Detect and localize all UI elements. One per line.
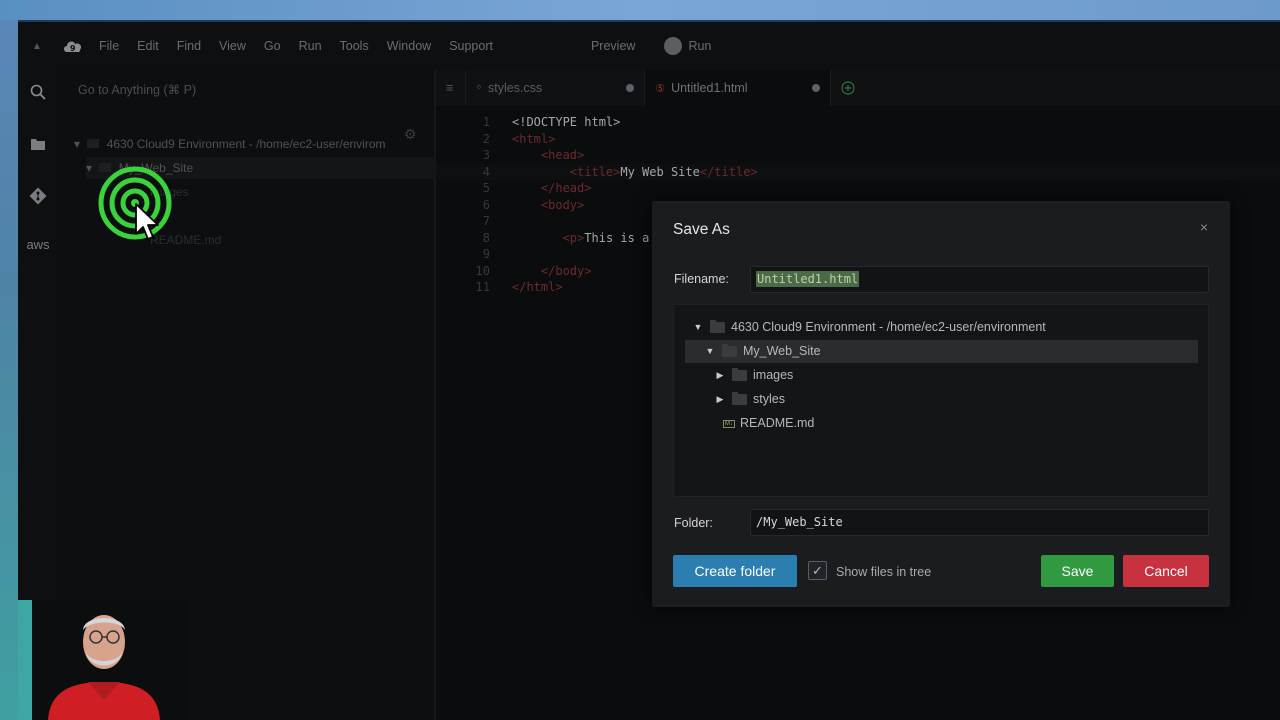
git-icon[interactable] xyxy=(26,184,50,208)
folder-label: My_Web_Site xyxy=(743,344,821,358)
close-icon[interactable]: × xyxy=(1200,219,1208,235)
tabs-menu-icon[interactable]: ≡ xyxy=(436,70,466,106)
cloud9-logo-icon[interactable]: 9 xyxy=(56,38,90,54)
filename-input[interactable]: Untitled1.html xyxy=(750,266,1209,293)
markdown-file-icon: M↓ xyxy=(723,419,735,428)
folder-label: Folder: xyxy=(674,516,713,530)
chevron-down-icon: ▼ xyxy=(705,346,715,356)
css-icon: ᛜ xyxy=(476,82,482,94)
menu-window[interactable]: Window xyxy=(378,39,440,53)
presenter-webcam-image xyxy=(18,600,188,720)
folder-tree-readme[interactable]: M↓ README.md xyxy=(723,412,814,435)
plus-icon xyxy=(840,81,855,95)
styles-label: styles xyxy=(753,392,785,406)
folder-tree[interactable]: ▼ 4630 Cloud9 Environment - /home/ec2-us… xyxy=(673,304,1209,497)
html-icon: ⑤ xyxy=(655,82,666,95)
filename-value: Untitled1.html xyxy=(756,271,860,287)
tab-label: styles.css xyxy=(488,81,543,95)
menu-run[interactable]: Run xyxy=(290,39,331,53)
chevron-right-icon: ▶ xyxy=(716,394,724,404)
chevron-down-icon: ▼ xyxy=(693,322,703,332)
folder-icon xyxy=(710,320,725,333)
run-icon[interactable] xyxy=(664,37,683,55)
preview-button[interactable]: Preview xyxy=(582,39,644,53)
chevron-right-icon: ▶ xyxy=(716,370,724,380)
menu-go[interactable]: Go xyxy=(255,39,290,53)
tree-root-row[interactable]: ▾ 4630 Cloud9 Environment - /home/ec2-us… xyxy=(74,133,414,155)
tree-root-label: 4630 Cloud9 Environment - /home/ec2-user… xyxy=(106,137,386,151)
mouse-pointer-icon xyxy=(135,203,159,240)
code-line: 5 </head> xyxy=(482,181,592,195)
images-label: images xyxy=(753,368,794,382)
tree-folder-icon xyxy=(87,139,100,148)
menu-find[interactable]: Find xyxy=(168,39,210,53)
code-line: 1 <!DOCTYPE html> xyxy=(482,115,621,129)
show-files-checkbox[interactable]: ✓ xyxy=(808,561,827,580)
tab-bar: ≡ ᛜ styles.css ⑤ Untitled1.html xyxy=(436,70,1280,106)
folder-tree-my-web-site[interactable]: ▼ My_Web_Site xyxy=(685,340,1198,363)
folder-tree-images[interactable]: ▶ images xyxy=(714,364,793,387)
menu-support[interactable]: Support xyxy=(440,39,502,53)
readme-label: README.md xyxy=(740,416,815,430)
folder-icon xyxy=(722,344,737,357)
menu-edit[interactable]: Edit xyxy=(128,39,168,53)
menu-view[interactable]: View xyxy=(210,39,255,53)
goto-anything-input[interactable]: Go to Anything (⌘ P) xyxy=(76,78,416,102)
menu-bar: ▲ 9 File Edit Find View Go Run Tools Win… xyxy=(18,22,1280,70)
filename-label: Filename: xyxy=(674,272,729,286)
chevron-down-icon: ▾ xyxy=(74,137,84,151)
run-button[interactable]: Run xyxy=(688,39,711,53)
folder-tree-root[interactable]: ▼ 4630 Cloud9 Environment - /home/ec2-us… xyxy=(692,316,1046,339)
cancel-button[interactable]: Cancel xyxy=(1123,555,1209,587)
unsaved-dot-icon[interactable] xyxy=(626,84,635,92)
tab-styles-css[interactable]: ᛜ styles.css xyxy=(466,70,646,106)
show-files-label: Show files in tree xyxy=(836,565,932,579)
menu-tools[interactable]: Tools xyxy=(331,39,378,53)
folder-icon xyxy=(732,368,747,381)
code-line: 2 <html> xyxy=(482,131,556,146)
folder-icon xyxy=(732,392,747,405)
save-as-dialog: Save As × Filename: Untitled1.html ▼ 463… xyxy=(652,201,1230,607)
chevron-down-icon: ▾ xyxy=(86,161,96,175)
unsaved-dot-icon[interactable] xyxy=(811,84,820,92)
code-line: 3 <head> xyxy=(482,148,585,162)
dialog-title: Save As xyxy=(673,221,730,238)
folder-tree-styles[interactable]: ▶ styles xyxy=(714,388,785,411)
folder-input[interactable]: /My_Web_Site xyxy=(750,509,1209,536)
tab-untitled1-html[interactable]: ⑤ Untitled1.html xyxy=(645,70,831,106)
new-tab-button[interactable] xyxy=(831,70,865,106)
svg-text:9: 9 xyxy=(70,44,76,53)
desktop-top-strip xyxy=(0,0,1280,20)
menu-file[interactable]: File xyxy=(90,39,128,53)
collapse-caret-icon[interactable]: ▲ xyxy=(18,41,56,52)
aws-icon[interactable]: aws xyxy=(26,232,50,256)
tab-label: Untitled1.html xyxy=(671,81,748,95)
search-icon[interactable] xyxy=(26,80,50,104)
create-folder-button[interactable]: Create folder xyxy=(673,555,797,587)
folder-icon[interactable] xyxy=(26,132,50,156)
tree-root-label: 4630 Cloud9 Environment - /home/ec2-user… xyxy=(731,320,1046,334)
save-button[interactable]: Save xyxy=(1041,555,1114,587)
code-line: 4 <title>My Web Site</title> xyxy=(436,163,1280,180)
